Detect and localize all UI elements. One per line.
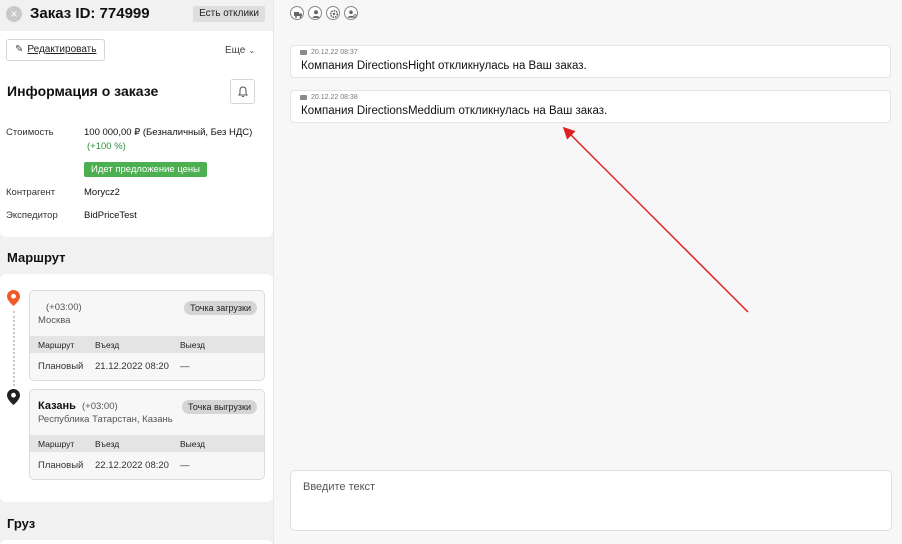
- contractor-label: Контрагент: [6, 187, 56, 198]
- table-cell: 22.12.2022 08:20: [95, 460, 169, 471]
- truck-icon: [300, 94, 307, 100]
- table-cell: —: [180, 460, 190, 471]
- cost-value: 100 000,00 ₽ (Безналичный, Без НДС): [84, 127, 253, 138]
- stop-timezone: (+03:00): [46, 302, 82, 313]
- chevron-down-icon: ⌄: [248, 46, 256, 55]
- message-text: Компания DirectionsHight откликнулась на…: [301, 60, 587, 72]
- user-icon[interactable]: [308, 6, 322, 20]
- gear-icon[interactable]: [326, 6, 340, 20]
- order-info-card: ✎ Редактировать Еще ⌄ Информация о заказе …: [0, 31, 273, 237]
- chat-message: 20.12.22 08:38 Компания DirectionsMeddiu…: [290, 90, 891, 123]
- info-title: Информация о заказе: [7, 83, 159, 99]
- forwarder-label: Экспедитор: [6, 210, 58, 221]
- stop-table-header: Маршрут Въезд Выезд: [30, 336, 264, 353]
- truck-icon[interactable]: [290, 6, 304, 20]
- stop-table-header: Маршрут Въезд Выезд: [30, 435, 264, 452]
- page-title: Заказ ID: 774999: [30, 5, 150, 22]
- responses-button[interactable]: Есть отклики: [193, 6, 265, 22]
- edit-button[interactable]: ✎ Редактировать: [6, 39, 105, 61]
- order-header: × Заказ ID: 774999 Есть отклики: [0, 0, 273, 31]
- pencil-icon: ✎: [15, 44, 24, 55]
- forwarder-value: BidPriceTest: [84, 210, 137, 221]
- stop-timezone: (+03:00): [82, 401, 118, 412]
- loading-point-tag: Точка загрузки: [184, 301, 257, 315]
- message-meta: 20.12.22 08:38: [300, 94, 358, 101]
- table-cell: 21.12.2022 08:20: [95, 361, 169, 372]
- cargo-card: [0, 540, 273, 544]
- message-input[interactable]: [291, 471, 891, 530]
- close-icon[interactable]: ×: [6, 6, 22, 22]
- cost-label: Стоимость: [6, 127, 54, 138]
- message-text: Компания DirectionsMeddium откликнулась …: [301, 105, 608, 117]
- table-cell: Плановый: [38, 361, 84, 372]
- contractor-value: Morycz2: [84, 187, 120, 198]
- table-cell: Плановый: [38, 460, 84, 471]
- notification-button[interactable]: [230, 79, 255, 104]
- unloading-point-tag: Точка выгрузки: [182, 400, 257, 414]
- more-dropdown[interactable]: Еще ⌄: [225, 45, 255, 56]
- chat-panel: 20.12.22 08:37 Компания DirectionsHight …: [273, 0, 902, 544]
- stop-city: Казань: [38, 400, 76, 412]
- route-connector: [13, 311, 15, 386]
- route-stop-loading[interactable]: (+03:00) Москва Точка загрузки Маршрут В…: [29, 290, 265, 381]
- route-stop-unloading[interactable]: Казань (+03:00) Республика Татарстан, Ка…: [29, 389, 265, 480]
- cargo-title: Груз: [7, 516, 36, 531]
- user-settings-icon[interactable]: [344, 6, 358, 20]
- route-title: Маршрут: [7, 250, 66, 265]
- truck-icon: [300, 49, 307, 55]
- chat-message: 20.12.22 08:37 Компания DirectionsHight …: [290, 45, 891, 78]
- order-panel: × Заказ ID: 774999 Есть отклики ✎ Редакти…: [0, 0, 273, 544]
- stop-region: Республика Татарстан, Казань: [38, 414, 173, 425]
- table-cell: —: [180, 361, 190, 372]
- status-badge: Идет предложение цены: [84, 162, 208, 177]
- message-meta: 20.12.22 08:37: [300, 49, 358, 56]
- message-composer: [290, 470, 892, 531]
- end-pin-icon: [7, 389, 20, 405]
- bell-icon: [238, 86, 248, 98]
- start-pin-icon: [7, 290, 20, 306]
- cost-percent: (+100 %): [87, 141, 126, 152]
- stop-region: Москва: [38, 315, 71, 326]
